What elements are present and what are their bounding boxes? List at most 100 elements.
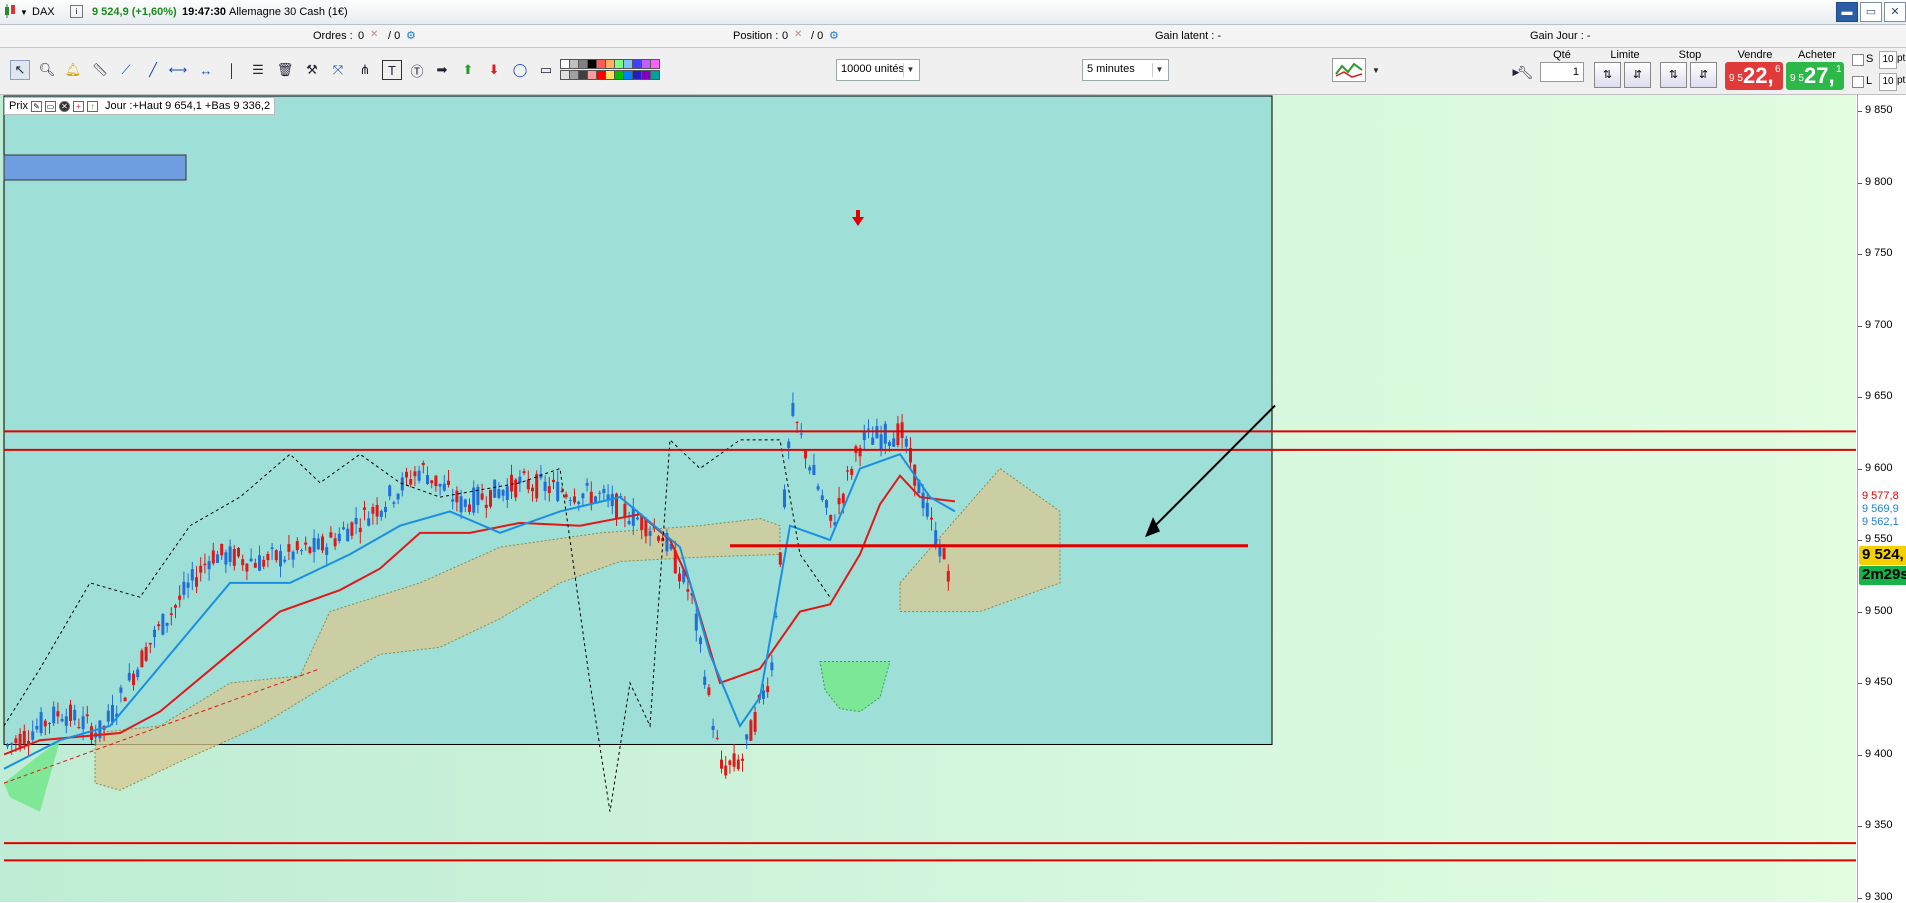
candle — [862, 431, 866, 440]
orders-settings-icon[interactable]: ⚙ — [406, 29, 416, 42]
candle — [14, 738, 18, 744]
limit-buy-button[interactable]: ⇅ — [1594, 62, 1621, 88]
chevron-down-icon[interactable]: ▼ — [1366, 60, 1386, 80]
sell-button[interactable]: 9 5 22, 6 — [1725, 62, 1783, 90]
candle — [190, 569, 194, 581]
pointer-tool-icon[interactable]: ↖ — [10, 60, 30, 80]
segment-tool-icon[interactable]: ⟋ — [116, 60, 136, 80]
candle — [946, 571, 950, 582]
candle — [602, 488, 606, 494]
candle — [657, 536, 660, 541]
limit-sell-button[interactable]: ⇵ — [1624, 62, 1651, 88]
candle — [308, 547, 312, 553]
arrow-right-icon[interactable]: ➡ — [432, 60, 452, 80]
candle — [787, 441, 791, 448]
indicators-icon[interactable] — [1332, 58, 1366, 82]
stop-points-input[interactable]: 10 — [1879, 51, 1897, 69]
zoom-icon[interactable]: 🔍︎ — [37, 60, 57, 80]
qty-input[interactable]: 1 — [1540, 62, 1584, 82]
hammer-icon[interactable]: ⚒ — [302, 60, 322, 80]
position-cancel-icon[interactable]: ✕ — [794, 29, 802, 40]
candle — [52, 706, 56, 724]
candle — [463, 499, 467, 507]
candle — [232, 549, 236, 566]
ruler-icon[interactable]: 📏︎ — [90, 60, 110, 80]
pitchfork-icon[interactable]: ⋔ — [355, 60, 375, 80]
alert-bell-icon[interactable]: 🔔︎ — [63, 60, 83, 80]
orders-cancel-icon[interactable]: ✕ — [370, 29, 378, 40]
candle — [921, 492, 925, 509]
account-info-bar: Ordres : 0 ✕ / 0 ⚙ Position : 0 ✕ / 0 ⚙ … — [0, 25, 1906, 48]
price-tick-label: 9 650 — [1858, 390, 1893, 402]
stop-checkbox[interactable] — [1852, 54, 1864, 66]
candle — [720, 759, 723, 769]
candle — [10, 743, 14, 745]
candle — [505, 486, 509, 500]
vertical-line-icon[interactable]: │ — [222, 60, 242, 80]
units-select[interactable]: 10000 unités ▼ — [836, 59, 920, 81]
candle — [43, 720, 47, 727]
line-tool-icon[interactable]: ╱ — [143, 60, 163, 80]
period-select[interactable]: 5 minutes ▼ — [1082, 59, 1169, 81]
trash-icon[interactable]: 🗑︎ — [275, 60, 295, 80]
ellipse-icon[interactable]: ◯ — [510, 60, 530, 80]
candle — [153, 629, 156, 638]
close-button[interactable]: ✕ — [1884, 2, 1906, 22]
quote-value: 9 524,9 (+1,60%) — [92, 6, 177, 18]
candle — [594, 496, 597, 503]
text-balloon-icon[interactable]: Ⓣ — [407, 60, 427, 80]
move-up-icon[interactable]: ↑ — [86, 100, 98, 112]
position-settings-icon[interactable]: ⚙ — [829, 29, 839, 42]
candles-icon[interactable] — [4, 4, 20, 21]
candle — [258, 555, 261, 571]
chart-canvas[interactable] — [0, 95, 1856, 902]
add-indicator-icon[interactable]: + — [72, 100, 84, 112]
buy-price-prefix: 9 5 — [1790, 73, 1804, 84]
candle — [279, 551, 282, 567]
color-swatch[interactable] — [650, 59, 660, 69]
close-icon[interactable]: ✕ — [58, 100, 70, 112]
fibonacci-icon[interactable]: ☰ — [248, 60, 268, 80]
price-chart[interactable] — [0, 95, 1856, 902]
arrow-down-icon[interactable]: ⬇ — [484, 60, 504, 80]
indicator-price-tag: 9 562,1 — [1859, 516, 1902, 531]
candle — [396, 493, 400, 500]
arrow-up-icon[interactable]: ⬆ — [458, 60, 478, 80]
candle — [430, 480, 434, 484]
minimize-button[interactable]: ▬ — [1836, 2, 1858, 22]
limit-points-input[interactable]: 10 — [1879, 73, 1897, 91]
wrench-icon[interactable]: 🔧︎ — [1515, 63, 1535, 83]
horizontal-line-icon[interactable]: ⟷ — [168, 60, 188, 80]
candle — [678, 573, 681, 582]
stop-buy-button[interactable]: ⇅ — [1660, 62, 1687, 88]
price-tick-label: 9 850 — [1858, 104, 1893, 116]
candle — [724, 765, 728, 776]
candle — [459, 496, 463, 513]
candle — [480, 493, 484, 500]
wrench-icon[interactable]: ✎ — [30, 100, 42, 112]
candle — [35, 726, 39, 730]
candle — [543, 481, 547, 492]
window-icon[interactable]: ▭ — [44, 100, 56, 112]
sell-price-main: 22, — [1743, 63, 1774, 88]
stop-checkbox-label: S — [1866, 53, 1874, 65]
rectangle-icon[interactable]: ▭ — [536, 60, 556, 80]
buy-button[interactable]: 9 5 27, 1 — [1786, 62, 1844, 90]
instrument-name[interactable]: DAX — [32, 6, 55, 18]
buy-price-main: 27, — [1804, 63, 1835, 88]
maximize-button[interactable]: ▭ — [1860, 2, 1882, 22]
text-tool-icon[interactable]: T — [382, 60, 402, 80]
channel-icon[interactable]: ⤧ — [328, 60, 348, 80]
candle — [195, 577, 198, 587]
stop-sell-button[interactable]: ⇵ — [1690, 62, 1717, 88]
color-swatch[interactable] — [650, 70, 660, 80]
candle — [358, 527, 362, 533]
position-total: / 0 — [811, 30, 824, 42]
candle — [371, 507, 375, 514]
horizontal-ray-icon[interactable]: ↔ — [196, 60, 216, 80]
limit-checkbox[interactable] — [1852, 76, 1864, 88]
candle — [741, 758, 744, 761]
info-icon[interactable]: i — [70, 5, 83, 18]
buy-label: Acheter — [1798, 49, 1836, 61]
dropdown-arrow-icon[interactable]: ▼ — [20, 8, 28, 17]
